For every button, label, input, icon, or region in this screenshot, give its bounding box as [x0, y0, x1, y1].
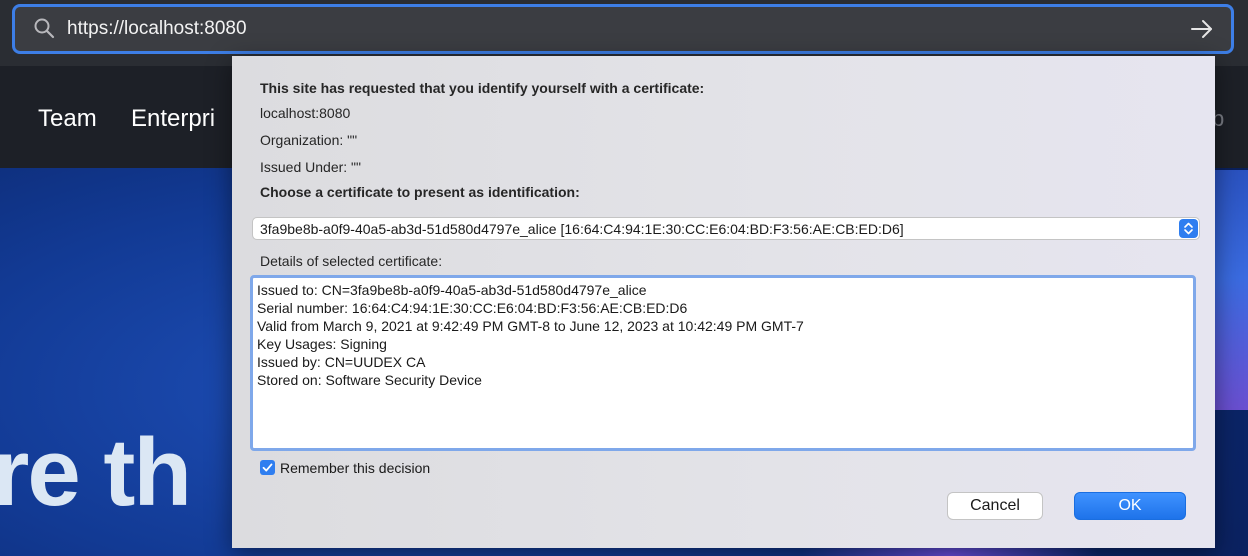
- details-issued-to: Issued to: CN=3fa9be8b-a0f9-40a5-ab3d-51…: [257, 282, 647, 298]
- details-issued-by: Issued by: CN=UUDEX CA: [257, 354, 426, 370]
- details-label: Details of selected certificate:: [260, 253, 443, 269]
- checkmark-icon: [262, 463, 273, 472]
- details-key-usages: Key Usages: Signing: [257, 336, 387, 352]
- remember-decision-checkbox[interactable]: [260, 460, 275, 475]
- address-bar-url[interactable]: https://localhost:8080: [67, 17, 247, 41]
- nav-item-enterprise[interactable]: Enterpri: [131, 104, 215, 134]
- dialog-host: localhost:8080: [260, 105, 351, 121]
- dialog-organization: Organization: "": [260, 132, 358, 148]
- arrow-right-icon[interactable]: [1189, 16, 1215, 42]
- choose-certificate-label: Choose a certificate to present as ident…: [260, 184, 580, 200]
- details-validity: Valid from March 9, 2021 at 9:42:49 PM G…: [257, 318, 804, 334]
- details-serial-number: Serial number: 16:64:C4:94:1E:30:CC:E6:0…: [257, 300, 688, 316]
- address-bar[interactable]: https://localhost:8080: [12, 4, 1234, 54]
- search-icon: [33, 17, 55, 39]
- certificate-select[interactable]: 3fa9be8b-a0f9-40a5-ab3d-51d580d4797e_ali…: [252, 217, 1200, 240]
- up-down-chevron-icon[interactable]: [1179, 219, 1198, 238]
- dialog-heading: This site has requested that you identif…: [260, 80, 705, 96]
- nav-item-team[interactable]: Team: [38, 104, 97, 134]
- background-glow: [1215, 170, 1248, 410]
- certificate-select-value: 3fa9be8b-a0f9-40a5-ab3d-51d580d4797e_ali…: [260, 221, 904, 237]
- dialog-issued-under: Issued Under: "": [260, 159, 361, 175]
- cancel-button[interactable]: Cancel: [947, 492, 1043, 520]
- details-stored-on: Stored on: Software Security Device: [257, 372, 482, 388]
- certificate-details-textarea[interactable]: Issued to: CN=3fa9be8b-a0f9-40a5-ab3d-51…: [250, 275, 1196, 451]
- hero-headline: re th: [0, 419, 192, 526]
- certificate-dialog: This site has requested that you identif…: [232, 56, 1215, 548]
- remember-decision-label[interactable]: Remember this decision: [280, 459, 430, 477]
- ok-button[interactable]: OK: [1074, 492, 1186, 520]
